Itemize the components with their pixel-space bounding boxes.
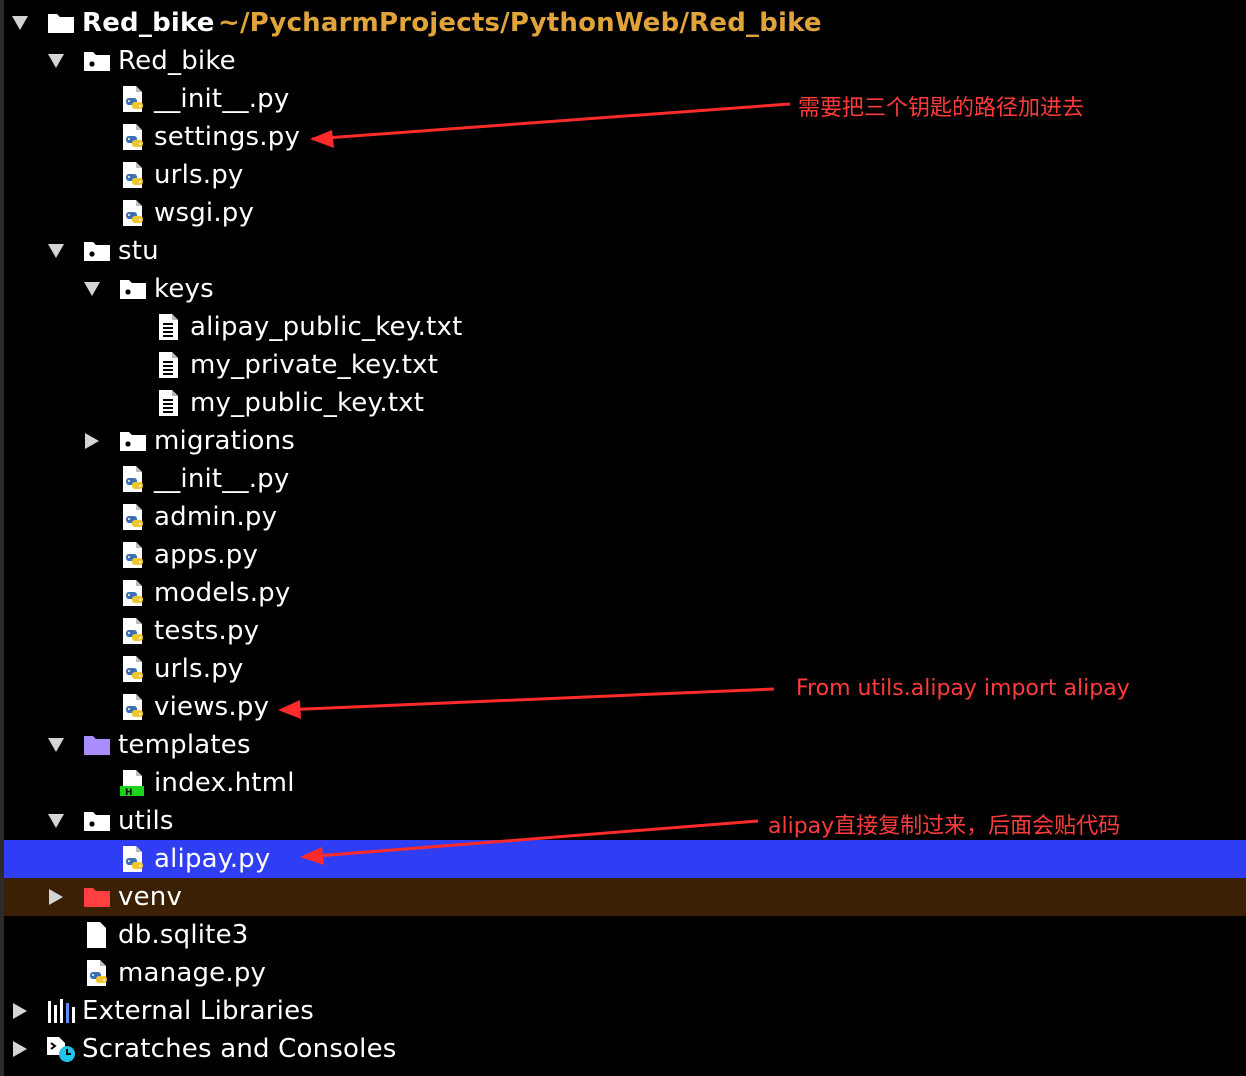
tree-row-file[interactable]: models.py xyxy=(4,574,1246,612)
file-label: admin.py xyxy=(154,502,278,532)
tree-row-scratches[interactable]: Scratches and Consoles xyxy=(4,1030,1246,1068)
tree-row-project-root[interactable]: Red_bike ~/PycharmProjects/PythonWeb/Red… xyxy=(4,4,1246,42)
file-label: urls.py xyxy=(154,160,244,190)
folder-icon xyxy=(46,9,76,37)
templates-folder-icon xyxy=(82,731,112,759)
tree-row-folder-venv[interactable]: venv xyxy=(4,878,1246,916)
file-label: alipay.py xyxy=(154,844,271,874)
tree-row-file[interactable]: tests.py xyxy=(4,612,1246,650)
package-folder-icon xyxy=(82,47,112,75)
expand-arrow-down-icon[interactable] xyxy=(10,4,30,42)
python-file-icon xyxy=(118,199,148,227)
file-label: db.sqlite3 xyxy=(118,920,249,950)
project-root-path: ~/PycharmProjects/PythonWeb/Red_bike xyxy=(218,8,822,38)
annotation-alipay-note: alipay直接复制过来，后面会贴代码 xyxy=(768,814,1121,839)
tree-row-file-alipay-selected[interactable]: alipay.py xyxy=(4,840,1246,878)
external-libraries-label: External Libraries xyxy=(82,996,315,1026)
folder-label: keys xyxy=(154,274,214,304)
folder-label: Red_bike xyxy=(118,46,236,76)
text-file-icon xyxy=(154,351,184,379)
file-label: tests.py xyxy=(154,616,260,646)
tree-row-folder-red-bike[interactable]: Red_bike xyxy=(4,42,1246,80)
file-label: urls.py xyxy=(154,654,244,684)
package-folder-icon xyxy=(118,427,148,455)
python-file-icon xyxy=(118,579,148,607)
python-file-icon xyxy=(118,617,148,645)
folder-label: stu xyxy=(118,236,159,266)
tree-row-folder-keys[interactable]: keys xyxy=(4,270,1246,308)
tree-row-external-libraries[interactable]: External Libraries xyxy=(4,992,1246,1030)
file-label: my_private_key.txt xyxy=(190,350,439,380)
folder-icon xyxy=(118,275,148,303)
scratches-icon xyxy=(46,1035,76,1063)
file-label: my_public_key.txt xyxy=(190,388,425,418)
expand-arrow-right-icon[interactable] xyxy=(82,422,102,460)
text-file-icon xyxy=(154,313,184,341)
tree-row-file[interactable]: manage.py xyxy=(4,954,1246,992)
tree-row-file[interactable]: __init__.py xyxy=(4,460,1246,498)
file-label: apps.py xyxy=(154,540,259,570)
annotation-views-note: From utils.alipay import alipay xyxy=(796,676,1130,701)
annotation-settings-note: 需要把三个钥匙的路径加进去 xyxy=(798,96,1085,121)
database-file-icon xyxy=(82,921,112,949)
tree-row-file[interactable]: db.sqlite3 xyxy=(4,916,1246,954)
expand-arrow-right-icon[interactable] xyxy=(46,878,66,916)
file-label: index.html xyxy=(154,768,295,798)
file-label: wsgi.py xyxy=(154,198,255,228)
libraries-icon xyxy=(46,997,76,1025)
tree-row-file[interactable]: admin.py xyxy=(4,498,1246,536)
tree-row-file[interactable]: apps.py xyxy=(4,536,1246,574)
folder-label: utils xyxy=(118,806,174,836)
file-label: views.py xyxy=(154,692,270,722)
tree-row-file-settings[interactable]: settings.py xyxy=(4,118,1246,156)
expand-arrow-right-icon[interactable] xyxy=(10,1030,30,1068)
package-folder-icon xyxy=(82,237,112,265)
expand-arrow-right-icon[interactable] xyxy=(10,992,30,1030)
expand-arrow-down-icon[interactable] xyxy=(82,270,102,308)
python-file-icon xyxy=(118,845,148,873)
folder-label: migrations xyxy=(154,426,296,456)
file-label: models.py xyxy=(154,578,291,608)
python-file-icon xyxy=(118,693,148,721)
python-file-icon xyxy=(118,503,148,531)
tree-row-file[interactable]: urls.py xyxy=(4,156,1246,194)
tree-row-file[interactable]: my_public_key.txt xyxy=(4,384,1246,422)
expand-arrow-down-icon[interactable] xyxy=(46,726,66,764)
package-folder-icon xyxy=(82,807,112,835)
expand-arrow-down-icon[interactable] xyxy=(46,802,66,840)
folder-label: venv xyxy=(118,882,183,912)
text-file-icon xyxy=(154,389,184,417)
tree-row-folder-stu[interactable]: stu xyxy=(4,232,1246,270)
tree-row-file[interactable]: index.html xyxy=(4,764,1246,802)
file-label: alipay_public_key.txt xyxy=(190,312,463,342)
file-label: __init__.py xyxy=(154,84,290,114)
tree-row-file[interactable]: alipay_public_key.txt xyxy=(4,308,1246,346)
tree-row-file[interactable]: wsgi.py xyxy=(4,194,1246,232)
scratches-label: Scratches and Consoles xyxy=(82,1034,397,1064)
file-label: manage.py xyxy=(118,958,267,988)
python-file-icon xyxy=(118,85,148,113)
python-file-icon xyxy=(118,161,148,189)
tree-row-folder-templates[interactable]: templates xyxy=(4,726,1246,764)
python-file-icon xyxy=(118,541,148,569)
python-file-icon xyxy=(118,655,148,683)
python-file-icon xyxy=(118,465,148,493)
python-file-icon xyxy=(118,123,148,151)
file-label: __init__.py xyxy=(154,464,290,494)
tree-row-folder-migrations[interactable]: migrations xyxy=(4,422,1246,460)
expand-arrow-down-icon[interactable] xyxy=(46,232,66,270)
html-file-icon xyxy=(118,769,148,797)
file-label: settings.py xyxy=(154,122,301,152)
excluded-folder-icon xyxy=(82,883,112,911)
expand-arrow-down-icon[interactable] xyxy=(46,42,66,80)
project-root-name: Red_bike xyxy=(82,8,215,38)
folder-label: templates xyxy=(118,730,251,760)
tree-row-file[interactable]: my_private_key.txt xyxy=(4,346,1246,384)
python-file-icon xyxy=(82,959,112,987)
